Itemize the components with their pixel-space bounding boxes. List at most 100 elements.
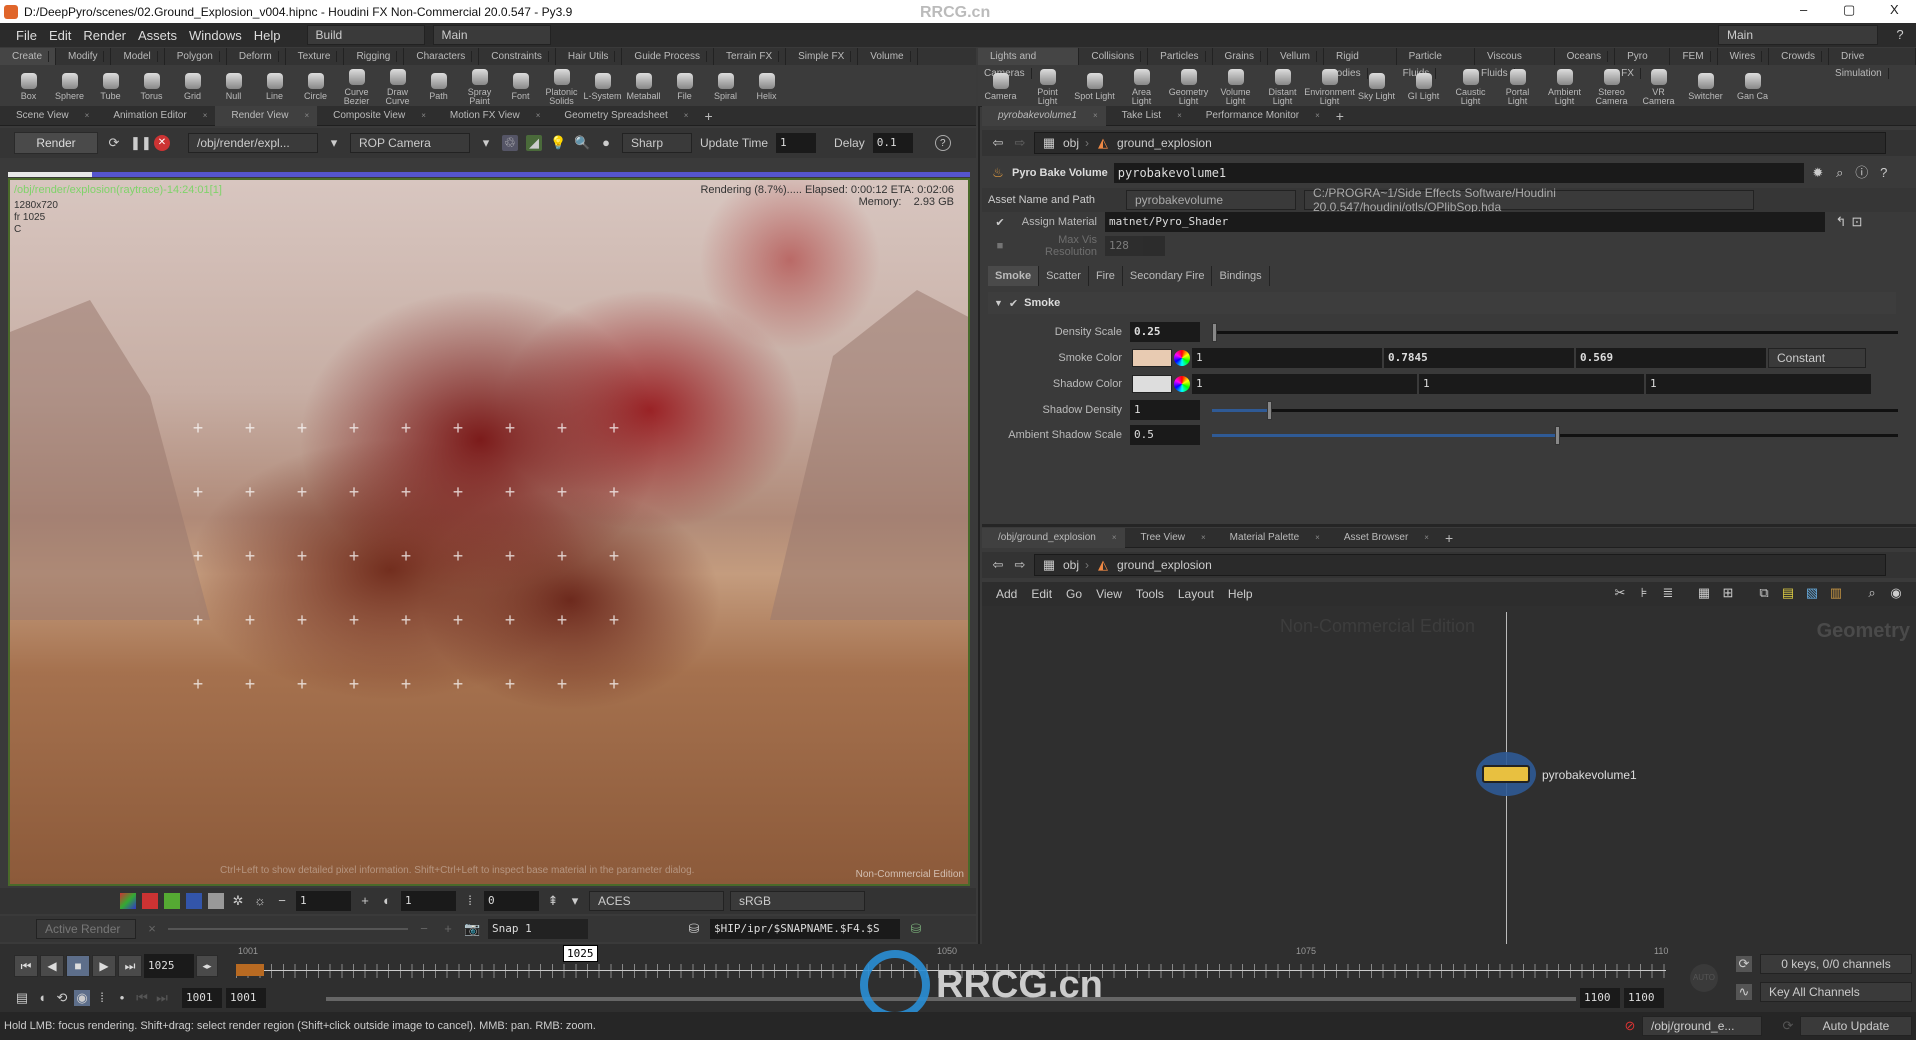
shelf-tab-particle-fluids[interactable]: Particle Fluids bbox=[1397, 48, 1475, 79]
pane-tab-geometry-spreadsheet[interactable]: Geometry Spreadsheet × bbox=[548, 106, 696, 126]
blue-channel-icon[interactable] bbox=[186, 893, 202, 909]
close-tab-icon[interactable]: × bbox=[1315, 533, 1320, 542]
display-icon[interactable]: ◉ bbox=[1888, 585, 1904, 601]
shelf-tool-null[interactable]: Null bbox=[213, 70, 254, 101]
snapshot-slider[interactable] bbox=[168, 928, 408, 930]
keys-icon[interactable]: ⁞ bbox=[94, 990, 110, 1006]
close-button[interactable]: X bbox=[1890, 2, 1899, 17]
shelf-tool-spray-paint[interactable]: Spray Paint bbox=[459, 66, 500, 106]
shelf-tool-spot-light[interactable]: Spot Light bbox=[1074, 70, 1115, 101]
shelf-tab-vellum[interactable]: Vellum bbox=[1268, 48, 1324, 65]
shelf-tool-stereo-camera[interactable]: Stereo Camera bbox=[1591, 66, 1632, 106]
frame-marker[interactable]: 1025 bbox=[563, 945, 598, 962]
collapse-icon[interactable]: ▼ bbox=[994, 298, 1003, 308]
help-icon[interactable]: ? bbox=[1876, 165, 1892, 181]
shelf-tool-sphere[interactable]: Sphere bbox=[49, 70, 90, 101]
menu-item-file[interactable]: File bbox=[10, 28, 43, 43]
shelf-tab-crowds[interactable]: Crowds bbox=[1769, 48, 1830, 65]
jump-end-icon[interactable]: ⏭ bbox=[118, 955, 142, 977]
node-name-field[interactable]: pyrobakevolume1 bbox=[1113, 163, 1804, 183]
shelf-tool-environment-light[interactable]: Environment Light bbox=[1304, 66, 1355, 106]
close-tab-icon[interactable]: × bbox=[203, 111, 208, 120]
shelf-tab-simple-fx[interactable]: Simple FX bbox=[786, 48, 859, 65]
shelf-tool-platonic-solids[interactable]: Platonic Solids bbox=[541, 66, 582, 106]
update-mode-select[interactable]: Auto Update bbox=[1800, 1016, 1912, 1036]
info-icon[interactable]: ⓘ bbox=[1854, 165, 1870, 181]
audio-icon[interactable]: ◖ bbox=[34, 990, 50, 1006]
tree-icon[interactable]: ⊧ bbox=[1636, 585, 1652, 601]
close-tab-icon[interactable]: × bbox=[1112, 533, 1117, 542]
forward-icon[interactable]: ⇨ bbox=[1012, 557, 1028, 573]
prev-key-icon[interactable]: ⏮ bbox=[134, 990, 150, 1006]
pane-tab-animation-editor[interactable]: Animation Editor × bbox=[97, 106, 215, 126]
minus-icon[interactable]: − bbox=[416, 921, 432, 937]
refresh-icon[interactable]: ⟳ bbox=[1780, 1018, 1796, 1034]
active-render-select[interactable]: Active Render bbox=[36, 919, 136, 939]
shelf-tab-polygon[interactable]: Polygon bbox=[165, 48, 227, 65]
jump-start-icon[interactable]: ⏮ bbox=[14, 955, 38, 977]
add-tab-icon[interactable]: + bbox=[1437, 528, 1461, 548]
assign-material-checkbox[interactable]: ✔ bbox=[990, 216, 1010, 229]
plus-icon[interactable]: + bbox=[440, 921, 456, 937]
key-mode-select[interactable]: Key All Channels bbox=[1760, 982, 1912, 1002]
list-icon[interactable]: ≣ bbox=[1660, 585, 1676, 601]
shelf-tool-metaball[interactable]: Metaball bbox=[623, 70, 664, 101]
close-tab-icon[interactable]: × bbox=[536, 111, 541, 120]
network-menu-item-add[interactable]: Add bbox=[996, 587, 1017, 601]
menu-item-windows[interactable]: Windows bbox=[183, 28, 248, 43]
shelf-tool-vr-camera[interactable]: VR Camera bbox=[1638, 66, 1679, 106]
gamma-icon[interactable]: ◐ bbox=[379, 893, 395, 909]
search-icon[interactable]: ⌕ bbox=[1832, 165, 1848, 181]
shelf-tool-switcher[interactable]: Switcher bbox=[1685, 70, 1726, 101]
shelf-tool-area-light[interactable]: Area Light bbox=[1121, 66, 1162, 106]
help-icon[interactable]: ? bbox=[1892, 27, 1908, 43]
green-channel-icon[interactable] bbox=[164, 893, 180, 909]
desktop-select[interactable]: Build bbox=[306, 25, 425, 45]
render-button[interactable]: Render bbox=[14, 132, 98, 154]
gamma-field[interactable]: 1 bbox=[401, 891, 456, 911]
current-frame-field[interactable]: 1025 bbox=[144, 954, 194, 978]
network-menu-item-edit[interactable]: Edit bbox=[1031, 587, 1052, 601]
shelf-tool-gi-light[interactable]: GI Light bbox=[1403, 70, 1444, 101]
sphere-icon[interactable]: ● bbox=[598, 135, 614, 151]
shadow-density-field[interactable]: 1 bbox=[1130, 400, 1200, 420]
shelf-tab-pyro-fx[interactable]: Pyro FX bbox=[1615, 48, 1671, 79]
param-tab-smoke[interactable]: Smoke bbox=[988, 266, 1040, 286]
shelf-tab-guide-process[interactable]: Guide Process bbox=[622, 48, 715, 65]
background-image-icon[interactable]: ▧ bbox=[1804, 585, 1820, 601]
pane-tab-take-list[interactable]: Take List × bbox=[1106, 106, 1190, 126]
update-path-select[interactable]: /obj/ground_e... bbox=[1642, 1016, 1762, 1036]
lut-field[interactable]: 0 bbox=[484, 891, 539, 911]
shelf-tool-sky-light[interactable]: Sky Light bbox=[1356, 70, 1397, 101]
close-tab-icon[interactable]: × bbox=[1201, 533, 1206, 542]
close-tab-icon[interactable]: × bbox=[1315, 111, 1320, 120]
smoke-mode-select[interactable]: Constant bbox=[1768, 348, 1866, 368]
add-tab-icon[interactable]: + bbox=[696, 106, 720, 126]
density-scale-field[interactable]: 0.25 bbox=[1130, 322, 1200, 342]
shelf-tool-torus[interactable]: Torus bbox=[131, 70, 172, 101]
shadow-color-g[interactable]: 1 bbox=[1419, 374, 1644, 394]
smoke-color-b[interactable]: 0.569 bbox=[1576, 348, 1766, 368]
save-icon[interactable]: ⛁ bbox=[686, 921, 702, 937]
pane-tab-composite-view[interactable]: Composite View × bbox=[317, 106, 434, 126]
path-root[interactable]: obj bbox=[1063, 558, 1079, 572]
param-tab-fire[interactable]: Fire bbox=[1088, 266, 1123, 286]
rgb-channel-icon[interactable] bbox=[120, 893, 136, 909]
max-vis-field[interactable]: 128 bbox=[1105, 236, 1165, 256]
path-node[interactable]: ground_explosion bbox=[1117, 558, 1212, 572]
color-wheel-icon[interactable] bbox=[1174, 350, 1190, 366]
sticky-note-icon[interactable]: ▤ bbox=[1780, 585, 1796, 601]
dropdown-icon[interactable]: ▾ bbox=[567, 893, 583, 909]
main-context-select[interactable]: Main bbox=[432, 25, 551, 45]
shelf-tool-curve-bezier[interactable]: Curve Bezier bbox=[336, 66, 377, 106]
back-icon[interactable]: ⇦ bbox=[990, 135, 1006, 151]
shelf-tool-geometry-light[interactable]: Geometry Light bbox=[1168, 66, 1209, 106]
color-wheel-icon[interactable] bbox=[1174, 376, 1190, 392]
close-tab-icon[interactable]: × bbox=[1424, 533, 1429, 542]
no-update-icon[interactable]: ⊘ bbox=[1622, 1018, 1638, 1034]
next-key-icon[interactable]: ⏭ bbox=[154, 990, 170, 1006]
delete-snap-icon[interactable]: × bbox=[144, 921, 160, 937]
lut-icon[interactable]: ⁞ bbox=[462, 893, 478, 909]
camera-snapshot-icon[interactable]: 📷 bbox=[464, 921, 480, 937]
pane-tab-scene-view[interactable]: Scene View × bbox=[0, 106, 97, 126]
